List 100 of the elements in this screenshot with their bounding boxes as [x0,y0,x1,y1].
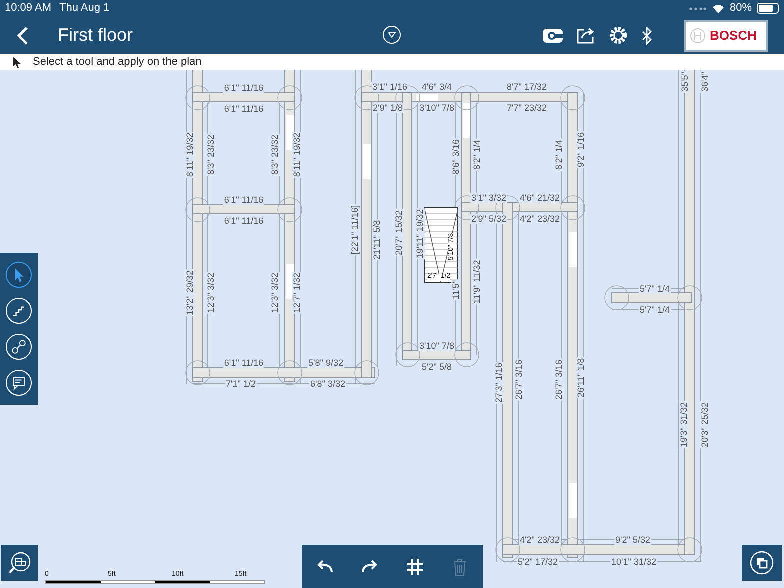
joint-marker [678,538,702,562]
dimension-label: 13'2" 29/32 [185,270,195,316]
dimension-label: 4'6" 3/4 [421,82,453,92]
logo-text: BOSCH [710,26,757,45]
share-icon[interactable] [577,27,595,44]
layers-button[interactable] [742,545,782,581]
dimension-label: 3'10" 7/8 [418,103,456,113]
dimension-label: 7'7" 23/32 [506,103,548,113]
dimension-label: 4'2" 23/32 [519,214,561,224]
dimension-label: 6'1" 11/16 [223,83,265,93]
status-date: Thu Aug 1 [59,1,110,16]
joint-marker [278,86,302,110]
dimension-label: 19'11" 19/32 [415,208,425,260]
joint-marker [604,286,630,310]
dimension-label: 3'1" 3/32 [470,193,508,203]
dimension-label: 5'2" 5/8 [421,362,453,372]
dimension-label: 5'8" 9/32 [308,358,344,368]
dimension-label: 8'11" 19/32 [185,132,195,178]
dimension-label: 6'8" 3/32 [310,379,346,389]
dimension-label: 9'2" 1/16 [576,132,586,168]
layers-icon [750,551,774,575]
door-opening [416,94,438,101]
dimension-label: 8'11" 19/32 [292,132,302,178]
hint-text: Select a tool and apply on the plan [33,54,202,70]
joint-marker [560,86,586,110]
laser-device-icon[interactable] [543,28,563,42]
zoom-to-fit-button[interactable] [1,545,38,581]
dimension-label: 21'11" 5/8 [372,219,382,261]
dimension-label: 2'9" 5/32 [470,214,508,224]
dimension-label: 8'6" 3/16 [451,138,461,176]
dimension-label: 10'1" 31/32 [610,557,658,567]
settings-icon[interactable] [609,26,628,45]
dimension-label: 4'2" 23/32 [519,535,561,545]
dimension-label: 6'1" 11/16 [223,195,265,205]
dimension-label: 8'2" 1/4 [554,139,564,171]
dimension-label: 11'5" [451,279,461,301]
joint-marker [560,538,586,562]
floor-dropdown-button[interactable] [383,26,401,44]
triangle-down-icon [388,32,396,38]
dimension-label: 26'11" 1/8 [576,357,586,399]
dimension-label: 9'2" 5/32 [614,535,652,545]
dimension-label: 8'7" 17/32 [506,82,548,92]
dimension-label: 36'4" [700,71,710,93]
door-opening [569,232,577,267]
dimension-label: 3'1" 1/16 [372,82,408,92]
dimension-label: 26'7" 3/16 [514,359,524,401]
joint-marker [678,286,702,310]
dimension-label: 5'7" 1/4 [639,284,671,294]
measure-tool-button[interactable] [6,334,32,360]
zoom-plan-icon [8,551,32,575]
dimension-label: 8'3" 23/32 [206,134,216,176]
dimension-label: 35'5" [680,71,690,93]
select-tool-button[interactable] [6,262,32,288]
dimension-label: 6'1" 11/16 [223,216,265,226]
dimension-label: 5'2" 17/32 [517,557,559,567]
door-opening [569,483,577,518]
dimension-label: 12'3" 3/32 [270,272,280,314]
dimension-label: 8'3" 23/32 [270,134,280,176]
joint-marker [496,538,520,562]
battery-icon [757,3,779,14]
joint-marker [354,360,380,386]
status-time: 10:09 AM [5,1,52,16]
signal-dots-icon [688,6,707,10]
dimension-label: 20'7" 15/32 [394,210,404,256]
dimension-label: 6'1" 11/16 [223,358,265,368]
battery-percent: 80% [730,1,752,16]
note-tool-button[interactable] [6,370,32,396]
joint-marker [396,342,420,368]
dimension-label: 11'9" 11/32 [472,259,482,305]
joint-marker [560,196,586,220]
dimension-label: 8'2" 1/4 [472,139,482,171]
dimension-label: 5'7" 1/4 [639,305,671,315]
dimension-label: 2'9" 1/8 [372,103,404,113]
cursor-arrow-icon [13,56,21,68]
door-opening [463,103,470,138]
stairs-tool-button[interactable] [6,298,32,324]
dimension-label: 12'3" 3/32 [206,272,216,314]
dimension-label: 20'3" 25/32 [700,402,710,448]
dimension-label: 3'10" 7/8 [418,341,456,351]
dimension-label: 7'1" 1/2 [225,379,257,389]
joint-marker [278,360,302,386]
joint-marker [186,198,210,222]
dimension-label: 26'7" 3/16 [554,359,564,401]
dimension-label: 4'6" 21/32 [519,193,561,203]
dimension-label: 12'7" 1/32 [292,272,302,314]
dimension-label: 27'3" 1/16 [494,362,504,404]
bluetooth-icon[interactable] [642,26,652,44]
dimension-label: 6'1" 11/16 [223,104,265,114]
joint-marker [454,86,480,110]
joint-marker [186,360,210,386]
door-opening [363,144,371,179]
logo-mark-icon [690,28,706,44]
joint-marker [186,86,210,110]
dimension-label: [22'1" 11/16] [350,204,360,256]
joint-marker [278,198,302,222]
wifi-icon [712,4,725,14]
dimension-label: 19'3" 31/32 [679,402,689,448]
chevron-left-icon [17,26,29,44]
joint-marker [454,342,480,368]
page-title: First floor [58,24,134,47]
